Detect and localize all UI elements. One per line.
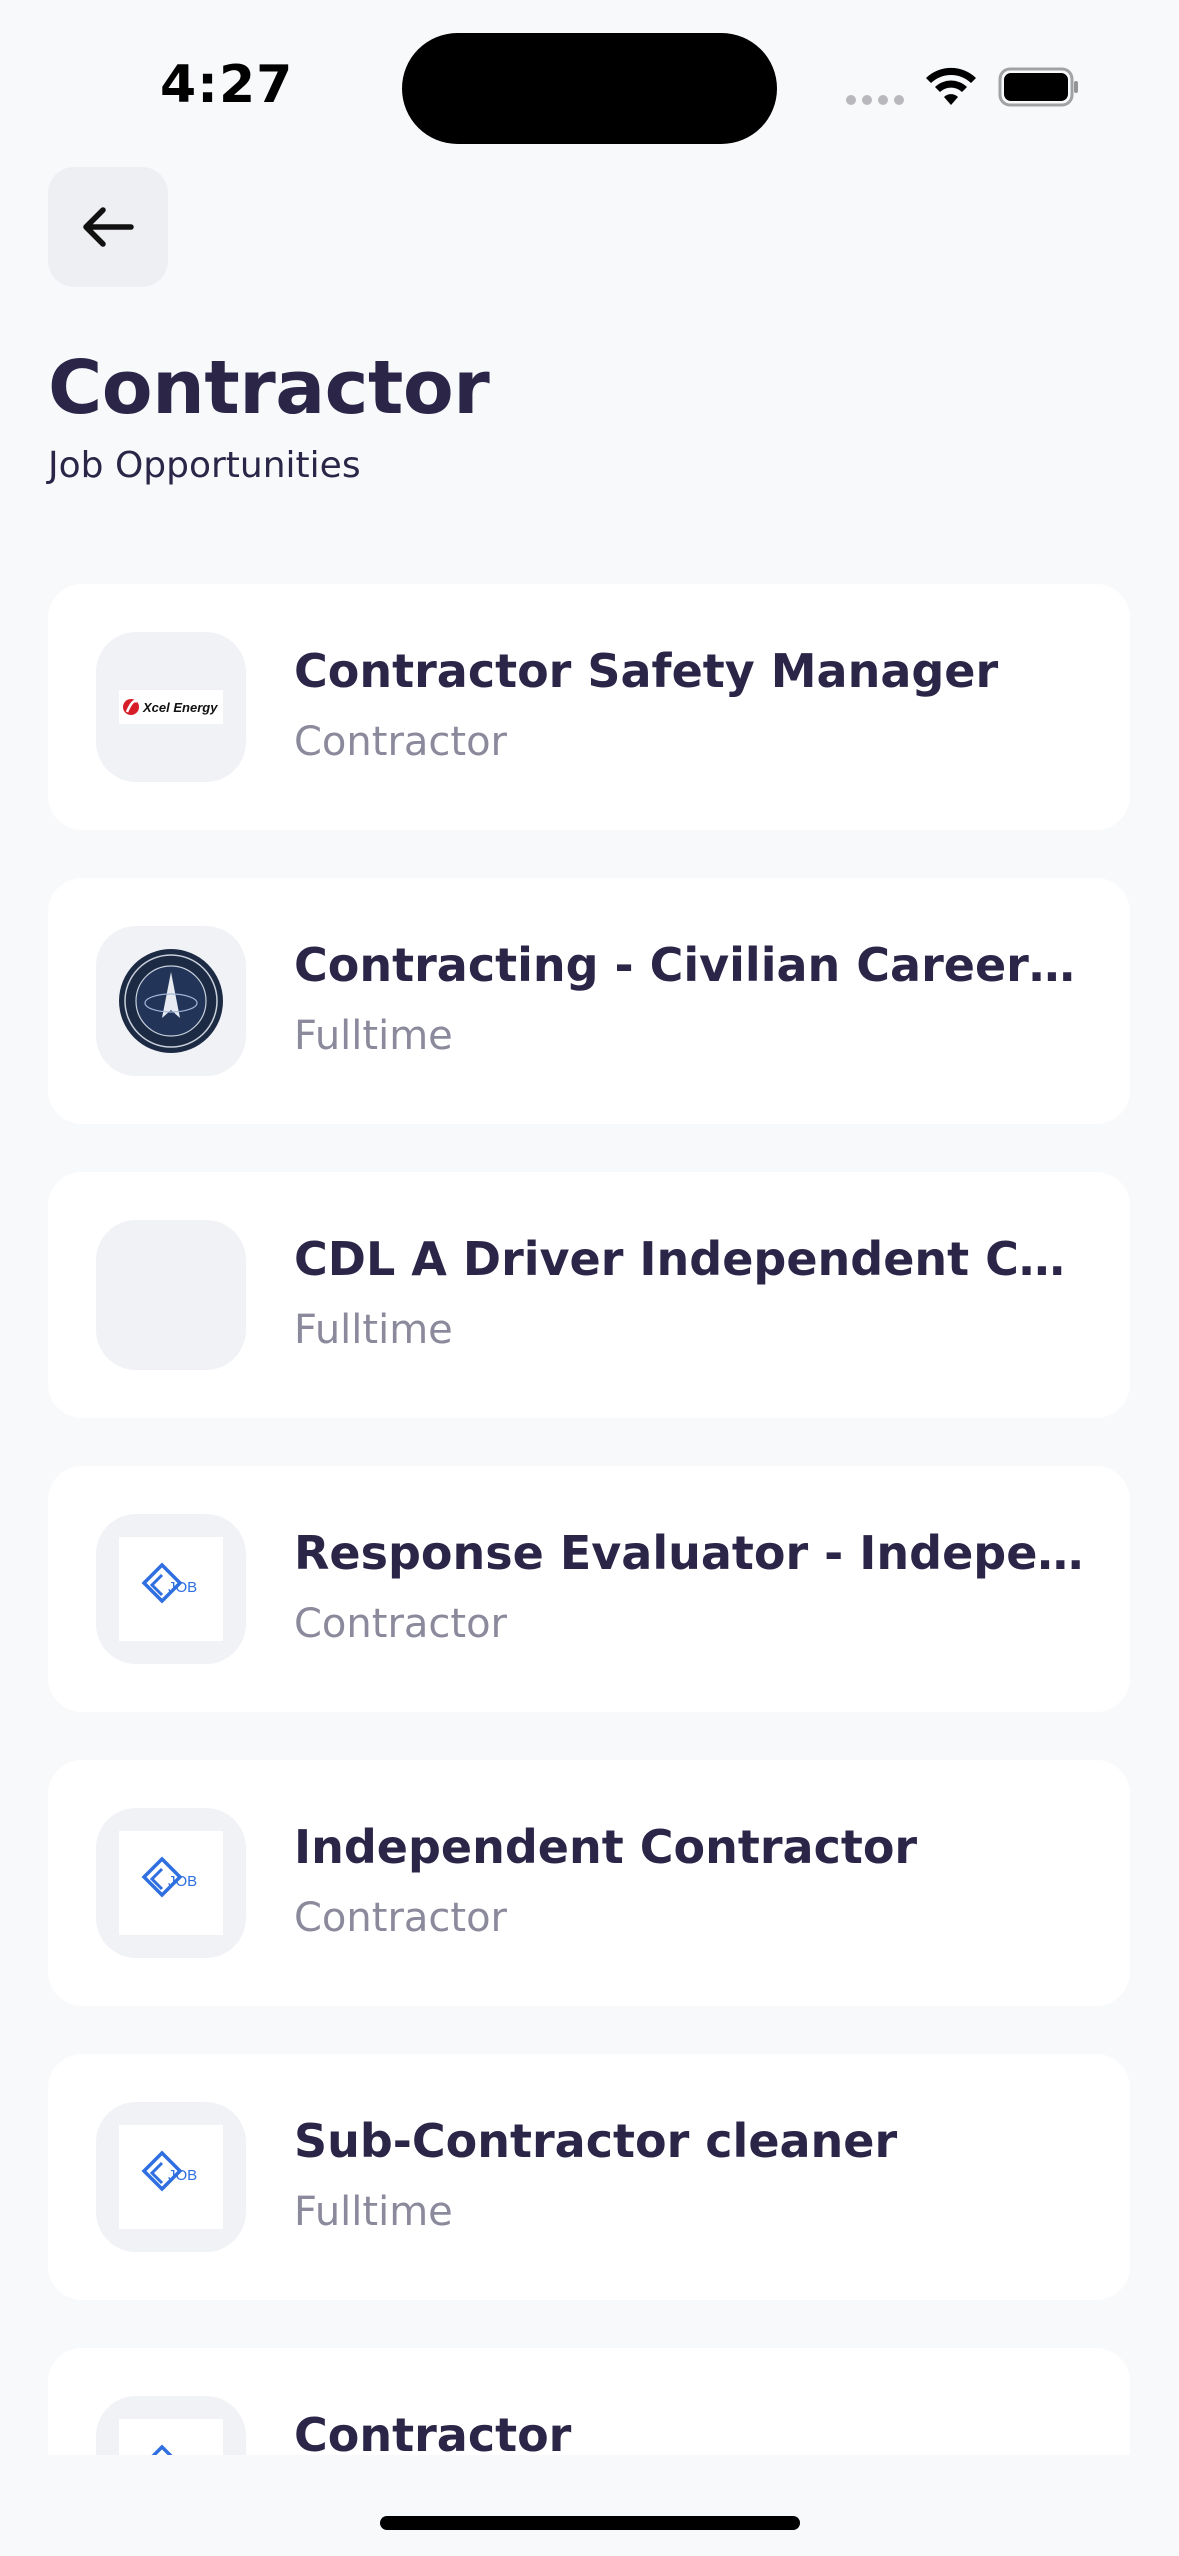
job-card[interactable]: JOB Sub-Contractor cleaner Fulltime bbox=[48, 2054, 1130, 2300]
job-card[interactable]: JOB Contractor bbox=[48, 2348, 1130, 2455]
job-card[interactable]: JOB Independent Contractor Contractor bbox=[48, 1760, 1130, 2006]
job-type: Fulltime bbox=[294, 1307, 453, 1353]
job-title: Contractor bbox=[294, 2408, 572, 2455]
job-title: Contracting - Civilian Careers… bbox=[294, 938, 1084, 992]
company-logo: JOB bbox=[96, 2396, 246, 2455]
arrow-left-icon bbox=[83, 207, 134, 247]
job-card[interactable]: CDL A Driver Independent Con… Fulltime bbox=[48, 1172, 1130, 1418]
job-type: Contractor bbox=[294, 1895, 507, 1941]
wifi-icon bbox=[926, 67, 976, 105]
job-logo-icon: JOB bbox=[119, 1537, 223, 1641]
battery-icon bbox=[998, 67, 1078, 107]
page-subtitle: Job Opportunities bbox=[48, 445, 361, 486]
company-logo-placeholder bbox=[96, 1220, 246, 1370]
job-title: CDL A Driver Independent Con… bbox=[294, 1232, 1084, 1286]
job-card[interactable]: Xcel Energy Contractor Safety Manager Co… bbox=[48, 584, 1130, 830]
job-logo-icon: JOB bbox=[119, 1831, 223, 1935]
company-logo bbox=[96, 926, 246, 1076]
page-title: Contractor bbox=[48, 345, 490, 431]
company-logo: JOB bbox=[96, 2102, 246, 2252]
dynamic-island bbox=[402, 33, 777, 144]
job-type: Fulltime bbox=[294, 1013, 453, 1059]
status-bar: 4:27 bbox=[0, 0, 1179, 150]
job-type: Contractor bbox=[294, 719, 507, 765]
job-logo-icon: JOB bbox=[119, 2419, 223, 2455]
job-type: Fulltime bbox=[294, 2189, 453, 2235]
space-force-seal-icon bbox=[119, 949, 223, 1053]
back-button[interactable] bbox=[48, 167, 168, 287]
job-title: Independent Contractor bbox=[294, 1820, 918, 1874]
xcel-energy-logo: Xcel Energy bbox=[119, 690, 223, 724]
xcel-logo-text: Xcel Energy bbox=[142, 700, 218, 715]
svg-text:JOB: JOB bbox=[168, 1579, 197, 1596]
job-card[interactable]: Contracting - Civilian Careers… Fulltime bbox=[48, 878, 1130, 1124]
job-logo-icon: JOB bbox=[119, 2125, 223, 2229]
home-indicator[interactable] bbox=[380, 2516, 800, 2530]
company-logo: JOB bbox=[96, 1514, 246, 1664]
svg-text:JOB: JOB bbox=[168, 2167, 197, 2184]
job-title: Sub-Contractor cleaner bbox=[294, 2114, 898, 2168]
job-type: Contractor bbox=[294, 1601, 507, 1647]
company-logo: JOB bbox=[96, 1808, 246, 1958]
job-title: Response Evaluator - Indepen… bbox=[294, 1526, 1084, 1580]
cellular-signal-icon bbox=[846, 95, 904, 105]
job-list[interactable]: Xcel Energy Contractor Safety Manager Co… bbox=[0, 580, 1179, 2455]
status-time: 4:27 bbox=[160, 55, 294, 115]
svg-text:JOB: JOB bbox=[168, 1873, 197, 1890]
job-title: Contractor Safety Manager bbox=[294, 644, 999, 698]
company-logo: Xcel Energy bbox=[96, 632, 246, 782]
job-card[interactable]: JOB Response Evaluator - Indepen… Contra… bbox=[48, 1466, 1130, 1712]
